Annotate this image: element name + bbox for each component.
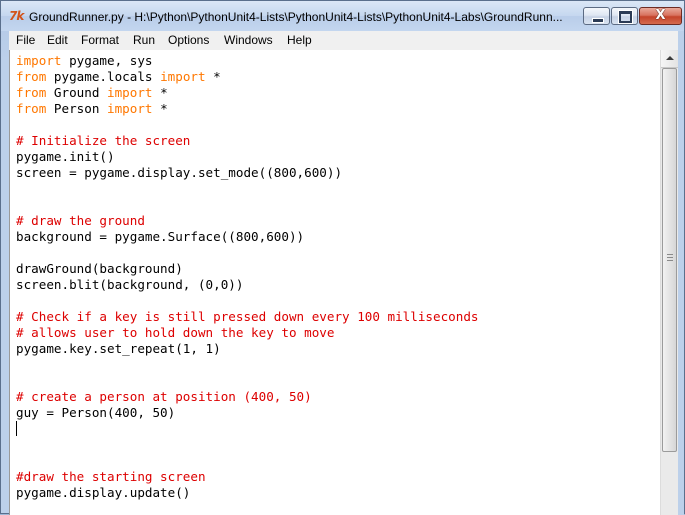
menu-help[interactable]: Help	[287, 31, 312, 50]
keyword-token: import	[16, 53, 62, 68]
code-line[interactable]: pygame.init()	[16, 149, 115, 165]
code-line[interactable]: # create a person at position (400, 50)	[16, 389, 312, 405]
code-line[interactable]: # allows user to hold down the key to mo…	[16, 325, 334, 341]
code-token: pygame.locals	[46, 69, 161, 84]
scroll-up-arrow-icon[interactable]	[661, 50, 678, 68]
title-bar[interactable]: 7k GroundRunner.py - H:\Python\PythonUni…	[1, 1, 684, 31]
vertical-scrollbar[interactable]	[660, 50, 678, 515]
window-title: GroundRunner.py - H:\Python\PythonUnit4-…	[29, 10, 563, 24]
code-token: pygame.display.update()	[16, 485, 191, 500]
grip-line	[667, 254, 673, 255]
keyword-token: from	[16, 85, 47, 100]
comment-token: # Initialize the screen	[16, 133, 191, 148]
code-token: screen = pygame.display.set_mode((800,60…	[16, 165, 343, 180]
code-line[interactable]: pygame.display.update()	[16, 485, 190, 501]
code-line[interactable]: background = pygame.Surface((800,600))	[16, 229, 304, 245]
code-line[interactable]: from Person import *	[16, 101, 168, 117]
code-token: *	[152, 101, 168, 116]
code-token: screen.blit(background, (0,0))	[16, 277, 244, 292]
menu-windows[interactable]: Windows	[224, 31, 273, 50]
code-line[interactable]: from Ground import *	[16, 85, 168, 101]
comment-token: # create a person at position (400, 50)	[16, 389, 312, 404]
window-border	[678, 31, 684, 515]
menu-edit[interactable]: Edit	[47, 31, 68, 50]
idle-python-icon: 7k	[9, 9, 24, 23]
code-token: Ground	[46, 85, 108, 100]
code-token: pygame, sys	[61, 53, 153, 68]
code-line[interactable]: pygame.key.set_repeat(1, 1)	[16, 341, 221, 357]
code-line[interactable]: screen = pygame.display.set_mode((800,60…	[16, 165, 342, 181]
code-token: *	[152, 85, 168, 100]
code-token: background = pygame.Surface((800,600))	[16, 229, 305, 244]
code-token: drawGround(background)	[16, 261, 183, 276]
grip-line	[667, 257, 673, 258]
keyword-token: from	[16, 101, 47, 116]
minimize-button[interactable]	[583, 7, 610, 25]
code-token: pygame.init()	[16, 149, 115, 164]
code-token: guy = Person(400, 50)	[16, 405, 176, 420]
code-line[interactable]: # Initialize the screen	[16, 133, 190, 149]
code-token: *	[205, 69, 221, 84]
maximize-button[interactable]	[611, 7, 638, 25]
keyword-token: import	[107, 85, 153, 100]
minimize-icon	[592, 18, 604, 23]
menu-file[interactable]: File	[16, 31, 35, 50]
close-icon: X	[655, 8, 666, 23]
code-line[interactable]: # Check if a key is still pressed down e…	[16, 309, 479, 325]
comment-token: # allows user to hold down the key to mo…	[16, 325, 335, 340]
code-line[interactable]: import pygame, sys	[16, 53, 153, 69]
code-line[interactable]: #draw the starting screen	[16, 469, 206, 485]
menu-options[interactable]: Options	[168, 31, 209, 50]
code-line[interactable]: guy = Person(400, 50)	[16, 405, 175, 421]
menu-run[interactable]: Run	[133, 31, 155, 50]
idle-editor-window: 7k GroundRunner.py - H:\Python\PythonUni…	[0, 0, 685, 515]
code-editor[interactable]: import pygame, sys from pygame.locals imp…	[9, 50, 660, 515]
keyword-token: from	[16, 69, 47, 84]
menu-format[interactable]: Format	[81, 31, 119, 50]
comment-token: # Check if a key is still pressed down e…	[16, 309, 479, 324]
code-line[interactable]: drawGround(background)	[16, 261, 183, 277]
code-line[interactable]: from pygame.locals import *	[16, 69, 221, 85]
code-token: Person	[46, 101, 108, 116]
code-line[interactable]: screen.blit(background, (0,0))	[16, 277, 243, 293]
text-cursor	[16, 421, 17, 436]
scrollbar-thumb[interactable]	[662, 68, 677, 452]
menu-bar: File Edit Format Run Options Windows Hel…	[9, 31, 678, 51]
code-line[interactable]: # draw the ground	[16, 213, 145, 229]
keyword-token: import	[160, 69, 206, 84]
grip-line	[667, 260, 673, 261]
code-token: pygame.key.set_repeat(1, 1)	[16, 341, 221, 356]
maximize-icon	[618, 10, 633, 24]
keyword-token: import	[107, 101, 153, 116]
comment-token: # draw the ground	[16, 213, 145, 228]
comment-token: #draw the starting screen	[16, 469, 206, 484]
close-button[interactable]: X	[639, 7, 682, 25]
